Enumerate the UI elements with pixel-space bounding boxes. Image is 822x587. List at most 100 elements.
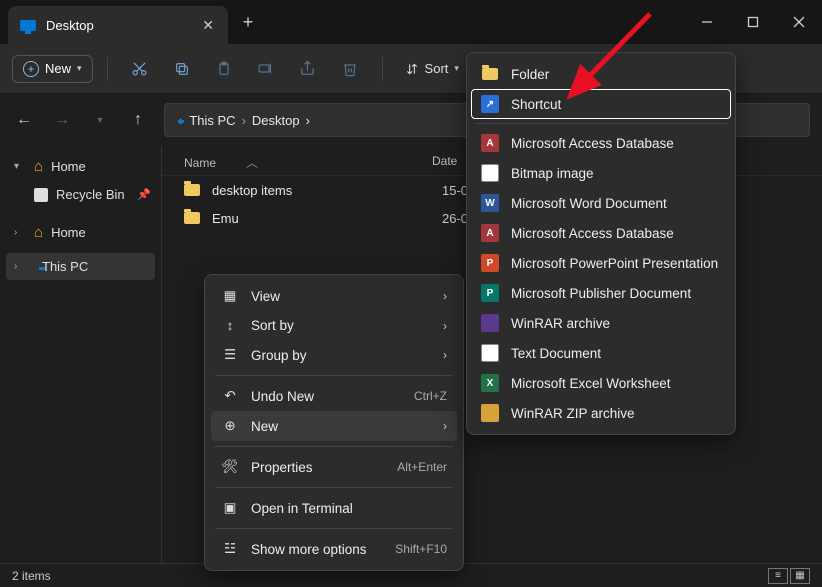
file-type-icon: P xyxy=(481,254,499,272)
submenu-item[interactable]: P Microsoft PowerPoint Presentation xyxy=(471,248,731,278)
sort-button[interactable]: Sort ▾ xyxy=(397,56,467,81)
chevron-right-icon: › xyxy=(443,289,447,303)
maximize-button[interactable] xyxy=(730,0,776,44)
close-tab-icon[interactable]: ✕ xyxy=(202,17,214,34)
row-name: Emu xyxy=(212,211,442,226)
chevron-right-icon: › xyxy=(443,348,447,362)
back-button[interactable]: ← xyxy=(12,111,36,129)
item-count: 2 items xyxy=(12,569,51,583)
new-button-label: New xyxy=(45,61,71,76)
submenu-label: Folder xyxy=(511,67,549,82)
sidebar-this-pc[interactable]: ›This PC xyxy=(6,253,155,280)
group-icon: ☰ xyxy=(221,347,239,363)
submenu-label: WinRAR archive xyxy=(511,316,610,331)
folder-icon xyxy=(184,210,202,226)
submenu-label: Bitmap image xyxy=(511,166,594,181)
active-tab[interactable]: Desktop ✕ xyxy=(8,6,228,44)
chevron-down-icon: ▾ xyxy=(77,63,82,74)
sidebar-label: This PC xyxy=(42,259,88,274)
rename-button[interactable] xyxy=(248,52,284,86)
submenu-item[interactable]: Folder xyxy=(471,59,731,89)
cut-button[interactable] xyxy=(122,52,158,86)
ctx-sort-by[interactable]: ↕Sort by› xyxy=(211,311,457,340)
submenu-item[interactable]: WinRAR ZIP archive xyxy=(471,398,731,428)
ctx-more-options[interactable]: ☳Show more optionsShift+F10 xyxy=(211,534,457,564)
delete-button[interactable] xyxy=(332,52,368,86)
submenu-item[interactable]: P Microsoft Publisher Document xyxy=(471,278,731,308)
submenu-item[interactable]: Bitmap image xyxy=(471,158,731,188)
submenu-item[interactable]: AMicrosoft Access Database xyxy=(471,128,731,158)
file-type-icon: P xyxy=(481,284,499,302)
recent-dropdown[interactable]: ▾ xyxy=(88,115,112,126)
submenu-item[interactable]: AMicrosoft Access Database xyxy=(471,218,731,248)
ctx-terminal[interactable]: ▣Open in Terminal xyxy=(211,493,457,523)
submenu-label: Microsoft PowerPoint Presentation xyxy=(511,256,718,271)
submenu-item[interactable]: WinRAR archive xyxy=(471,308,731,338)
home-icon: ⌂ xyxy=(34,224,43,241)
new-button[interactable]: + New ▾ xyxy=(12,55,93,83)
ctx-group-by[interactable]: ☰Group by› xyxy=(211,340,457,370)
file-type-icon: X xyxy=(481,374,499,392)
sidebar-home[interactable]: ▾⌂Home xyxy=(0,152,161,181)
file-type-icon xyxy=(481,164,499,182)
grid-view-button[interactable]: ▦ xyxy=(790,568,810,584)
sort-indicator-icon: ︿ xyxy=(246,154,258,171)
ctx-undo[interactable]: ↶Undo NewCtrl+Z xyxy=(211,381,457,411)
share-button[interactable] xyxy=(290,52,326,86)
submenu-item[interactable]: X Microsoft Excel Worksheet xyxy=(471,368,731,398)
submenu-label: Microsoft Access Database xyxy=(511,136,674,151)
ctx-properties[interactable]: 🛠PropertiesAlt+Enter xyxy=(211,452,457,482)
submenu-item[interactable]: ↗ Shortcut xyxy=(471,89,731,119)
minimize-button[interactable] xyxy=(684,0,730,44)
forward-button[interactable]: → xyxy=(50,111,74,129)
sidebar-label: Recycle Bin xyxy=(56,187,125,202)
tab-title: Desktop xyxy=(46,18,192,33)
plus-icon: + xyxy=(23,61,39,77)
plus-icon: ⊕ xyxy=(221,418,239,434)
context-menu: ▦View› ↕Sort by› ☰Group by› ↶Undo NewCtr… xyxy=(204,274,464,571)
details-view-button[interactable]: ≡ xyxy=(768,568,788,584)
submenu-label: Text Document xyxy=(511,346,601,361)
submenu-item[interactable]: W Microsoft Word Document xyxy=(471,188,731,218)
sidebar-label: Home xyxy=(51,159,86,174)
new-submenu: Folder↗ShortcutAMicrosoft Access Databas… xyxy=(466,52,736,435)
file-type-icon: A xyxy=(481,224,499,242)
undo-icon: ↶ xyxy=(221,388,239,404)
desktop-icon xyxy=(20,17,36,33)
ctx-new[interactable]: ⊕New› xyxy=(211,411,457,441)
pin-icon: 📌 xyxy=(137,188,151,201)
paste-button[interactable] xyxy=(206,52,242,86)
sidebar-home2[interactable]: ›⌂Home xyxy=(0,218,161,247)
col-date[interactable]: Date xyxy=(432,154,457,171)
home-icon: ⌂ xyxy=(34,158,43,175)
more-icon: ☳ xyxy=(221,541,239,557)
submenu-label: Shortcut xyxy=(511,97,561,112)
folder-icon xyxy=(184,182,202,198)
submenu-label: Microsoft Publisher Document xyxy=(511,286,691,301)
terminal-icon: ▣ xyxy=(221,500,239,516)
ctx-view[interactable]: ▦View› xyxy=(211,281,457,311)
submenu-label: Microsoft Excel Worksheet xyxy=(511,376,671,391)
col-name[interactable]: Name xyxy=(184,156,216,170)
up-button[interactable]: ↑ xyxy=(126,111,150,129)
row-name: desktop items xyxy=(212,183,442,198)
chevron-right-icon: › xyxy=(443,319,447,333)
file-type-icon xyxy=(481,314,499,332)
submenu-label: WinRAR ZIP archive xyxy=(511,406,635,421)
close-window-button[interactable] xyxy=(776,0,822,44)
submenu-item[interactable]: Text Document xyxy=(471,338,731,368)
crumb-leaf[interactable]: Desktop xyxy=(252,113,300,128)
chevron-right-icon: › xyxy=(443,419,447,433)
submenu-label: Microsoft Word Document xyxy=(511,196,667,211)
recycle-bin-icon: ♻ xyxy=(34,188,48,202)
sidebar-recycle-bin[interactable]: ♻ Recycle Bin 📌 xyxy=(0,181,161,208)
row-date: 15-0 xyxy=(442,183,468,198)
file-type-icon: W xyxy=(481,194,499,212)
copy-button[interactable] xyxy=(164,52,200,86)
sort-icon xyxy=(405,62,419,76)
crumb-root[interactable]: This PC xyxy=(189,113,235,128)
sort-label: Sort xyxy=(425,61,449,76)
new-tab-button[interactable]: + xyxy=(228,0,268,44)
file-type-icon: ↗ xyxy=(481,95,499,113)
chevron-down-icon: ▾ xyxy=(454,63,459,74)
